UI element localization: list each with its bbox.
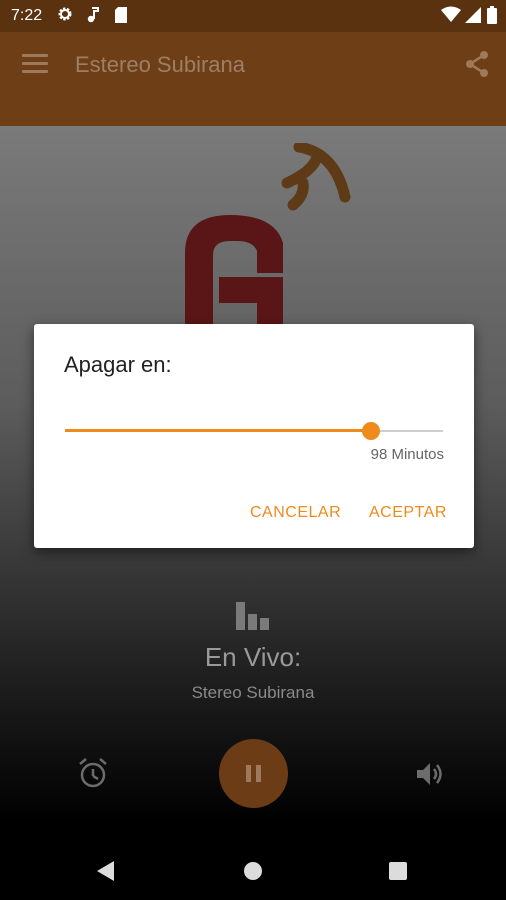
home-icon[interactable] [244,862,262,880]
status-time: 7:22 [11,7,43,24]
cancel-button[interactable]: CANCELAR [250,504,341,522]
music-note-icon [86,6,100,29]
volume-icon[interactable] [415,760,447,788]
wifi-icon [441,6,461,29]
status-bar: 7:22 [0,0,506,32]
back-icon[interactable] [95,860,115,887]
app-title: Estereo Subirana [75,52,245,77]
slider-value-label: 98 Minutos [370,446,444,463]
sd-card-icon [114,6,128,29]
alarm-clock-icon[interactable] [78,757,108,789]
pause-icon [246,765,251,782]
recents-icon[interactable] [389,862,407,880]
share-icon[interactable] [464,50,490,78]
live-label: En Vivo: [204,642,302,672]
dialog-title: Apagar en: [64,352,172,377]
slider-thumb[interactable] [362,422,381,440]
slider-fill [65,429,372,432]
equalizer-icon [236,600,272,630]
sleep-timer-dialog: Apagar en: 98 Minutos CANCELAR ACEPTAR [34,324,474,548]
station-logo [175,141,360,343]
signal-icon [464,6,482,29]
accept-button[interactable]: ACEPTAR [369,504,447,522]
app-bar: Estereo Subirana [0,32,506,126]
battery-icon [487,6,497,29]
hamburger-menu-icon[interactable] [22,54,48,74]
pause-icon-bar [256,765,261,782]
gear-icon [57,6,73,27]
station-name: Stereo Subirana [191,683,315,702]
pause-button[interactable] [219,739,288,808]
timer-slider[interactable] [65,420,443,442]
